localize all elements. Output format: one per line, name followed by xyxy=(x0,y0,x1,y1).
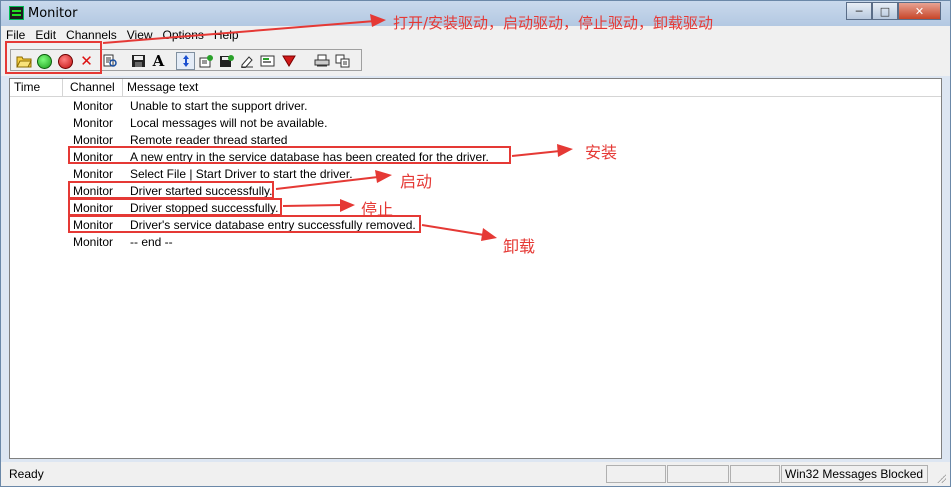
uninstall-annotation: 卸载 xyxy=(503,237,536,256)
clear-icon[interactable] xyxy=(237,52,256,70)
save-as-icon[interactable] xyxy=(217,52,236,70)
status-panel xyxy=(667,465,729,483)
message-list[interactable]: Time Channel Message text Monitor Unable … xyxy=(9,78,942,459)
print-icon[interactable] xyxy=(312,52,331,70)
message-cell: Unable to start the support driver. xyxy=(130,99,308,113)
menu-view[interactable]: View xyxy=(122,28,158,42)
channel-cell: Monitor xyxy=(73,116,114,130)
menu-channels[interactable]: Channels xyxy=(61,28,122,42)
menu-help[interactable]: Help xyxy=(209,28,244,42)
start-annotation: 启动 xyxy=(400,172,433,191)
toolbar-highlight-box xyxy=(5,41,102,74)
maximize-button[interactable]: □ xyxy=(872,2,898,20)
stop-annotation: 停止 xyxy=(361,200,394,219)
menu-file[interactable]: File xyxy=(1,28,30,42)
toolbar: ✕ A xyxy=(1,44,950,76)
status-bar: Ready Win32 Messages Blocked xyxy=(1,462,950,486)
find-icon[interactable] xyxy=(100,52,119,70)
window-controls: ─ □ ✕ xyxy=(846,2,941,21)
channel-cell: Monitor xyxy=(73,99,114,113)
channel-cell: Monitor xyxy=(73,235,114,249)
install-highlight-box xyxy=(68,146,511,164)
message-cell: Local messages will not be available. xyxy=(130,116,328,130)
install-annotation: 安装 xyxy=(585,143,618,162)
export-icon[interactable] xyxy=(197,52,216,70)
menu-edit[interactable]: Edit xyxy=(30,28,61,42)
copy-icon[interactable] xyxy=(333,52,352,70)
status-messages-blocked: Win32 Messages Blocked xyxy=(781,465,928,483)
column-header-message[interactable]: Message text xyxy=(123,79,938,96)
message-cell: -- end -- xyxy=(130,235,173,249)
save-icon[interactable] xyxy=(129,52,148,70)
monitor-app-icon xyxy=(9,6,24,20)
close-button[interactable]: ✕ xyxy=(898,2,941,20)
column-header-time[interactable]: Time xyxy=(10,79,63,96)
filter-icon[interactable] xyxy=(279,52,298,70)
column-header-channel[interactable]: Channel xyxy=(66,79,123,96)
stop-highlight-box xyxy=(68,198,282,216)
minimize-button[interactable]: ─ xyxy=(846,2,872,20)
monitor-window: Monitor ─ □ ✕ File Edit Channels View Op… xyxy=(0,0,951,487)
list-header: Time Channel Message text xyxy=(10,79,941,97)
toolbar-annotation: 打开/安装驱动，启动驱动，停止驱动，卸载驱动 xyxy=(393,14,714,32)
status-panel xyxy=(606,465,666,483)
start-highlight-box xyxy=(68,181,274,199)
menu-options[interactable]: Options xyxy=(158,28,209,42)
highlight-icon[interactable] xyxy=(258,52,277,70)
resize-grip-icon[interactable] xyxy=(936,473,946,483)
font-icon[interactable]: A xyxy=(149,52,168,70)
window-title: Monitor xyxy=(28,6,78,21)
status-text: Ready xyxy=(9,467,44,481)
status-panel xyxy=(730,465,780,483)
scroll-icon[interactable] xyxy=(176,52,195,70)
